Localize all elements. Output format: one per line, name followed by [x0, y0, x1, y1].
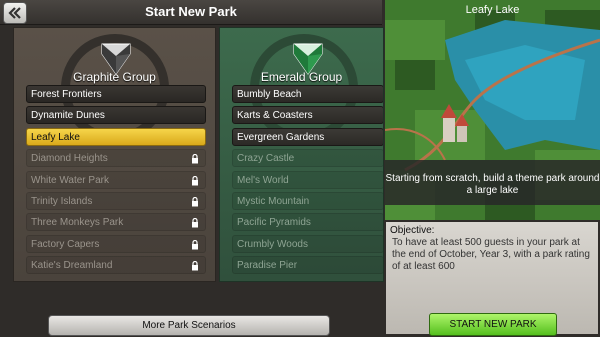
scenario-item: Three Monkeys Park	[26, 213, 206, 232]
lock-icon	[192, 196, 198, 207]
lock-icon	[192, 239, 198, 250]
page-title: Start New Park	[145, 4, 237, 19]
lock-icon	[192, 175, 198, 186]
scenario-label: Paradise Pier	[237, 260, 298, 272]
scenario-label: Katie's Dreamland	[31, 260, 113, 272]
lock-icon	[192, 218, 198, 228]
scenario-label: Evergreen Gardens	[237, 131, 325, 143]
lock-icon	[192, 261, 198, 271]
scenario-label: Factory Capers	[31, 238, 100, 250]
scenario-label: Crazy Castle	[237, 153, 295, 165]
scenario-label: Trinity Islands	[31, 195, 93, 207]
scenario-item: Diamond Heights	[26, 149, 206, 168]
scenario-item[interactable]: Dynamite Dunes	[26, 106, 206, 125]
objective-text: To have at least 500 guests in your park…	[392, 237, 590, 272]
scenario-item: Crazy Castle	[232, 149, 383, 168]
scenario-item: Mystic Mountain	[232, 191, 383, 210]
scenario-label: Three Monkeys Park	[31, 217, 124, 229]
scenario-item: Trinity Islands	[26, 191, 206, 210]
scenario-label: Forest Frontiers	[31, 89, 102, 100]
scenario-label: Diamond Heights	[31, 153, 108, 165]
scenario-description: Starting from scratch, build a theme par…	[385, 173, 600, 196]
scenario-item[interactable]: Evergreen Gardens	[232, 127, 383, 146]
objective-label: Objective:	[390, 225, 435, 236]
emerald-group-panel: Emerald Group Bumbly Beach Karts & Coaste…	[219, 27, 384, 282]
scenario-list-emerald: Bumbly Beach Karts & Coasters Evergreen Ga…	[232, 85, 383, 278]
scenario-item[interactable]: Bumbly Beach	[232, 85, 383, 103]
scenario-item[interactable]: Karts & Coasters	[232, 106, 383, 125]
scenario-label: Mystic Mountain	[237, 195, 310, 207]
scenario-label: Bumbly Beach	[237, 89, 302, 100]
scenario-item[interactable]: Leafy Lake	[26, 127, 206, 146]
scenario-item[interactable]: Forest Frontiers	[26, 85, 206, 103]
scenario-label: Karts & Coasters	[237, 110, 313, 122]
scenario-label: Pacific Pyramids	[237, 217, 311, 229]
group-name: Emerald Group	[260, 70, 343, 84]
scenario-label: White Water Park	[31, 174, 109, 186]
lock-icon	[192, 154, 198, 164]
scenario-list-graphite: Forest Frontiers Dynamite Dunes Leafy Lake…	[26, 85, 206, 278]
scenario-item: Katie's Dreamland	[26, 256, 206, 275]
scenario-item: Crumbly Woods	[232, 234, 383, 253]
scenario-item: Paradise Pier	[232, 256, 383, 275]
scenario-item: Mel's World	[232, 170, 383, 189]
more-park-scenarios-button[interactable]: More Park Scenarios	[48, 315, 330, 336]
scenario-label: Leafy Lake	[31, 131, 80, 143]
scenario-item: Factory Capers	[26, 234, 206, 253]
scenario-label: Crumbly Woods	[237, 238, 308, 250]
start-new-park-button[interactable]: START NEW PARK	[429, 313, 557, 336]
scenario-item: White Water Park	[26, 170, 206, 189]
preview-title: Leafy Lake	[465, 4, 520, 16]
scenario-label: Mel's World	[237, 174, 289, 186]
scenario-label: Dynamite Dunes	[31, 110, 105, 122]
graphite-group-panel: Graphite Group Forest Frontiers Dynamite …	[13, 27, 216, 282]
scenario-item: Pacific Pyramids	[232, 213, 383, 232]
group-name: Graphite Group	[73, 70, 156, 84]
